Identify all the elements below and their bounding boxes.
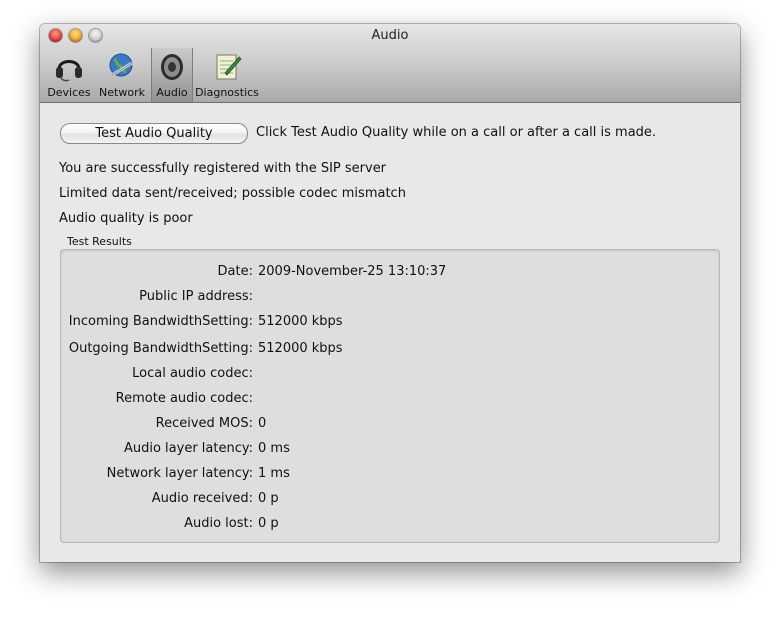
tab-audio-label: Audio: [156, 86, 188, 99]
result-value: 0: [258, 416, 267, 431]
result-label: Public IP address:: [139, 289, 253, 304]
window-title: Audio: [371, 28, 409, 43]
result-value: 512000 kbps: [258, 314, 343, 329]
audio-preferences-window: Audio Devices Network Audio Diagnostics …: [40, 24, 740, 562]
audio-panel: Test Audio Quality Click Test Audio Qual…: [40, 103, 740, 562]
tab-network[interactable]: Network: [96, 48, 148, 102]
globe-network-icon: [109, 53, 133, 77]
tab-diagnostics-label: Diagnostics: [195, 86, 259, 99]
tab-audio[interactable]: Audio: [151, 48, 193, 102]
result-value: 1 ms: [258, 466, 290, 481]
result-label: Incoming BandwidthSetting:: [68, 314, 253, 329]
result-value: 0 ms: [258, 441, 290, 456]
speaker-icon: [161, 54, 183, 80]
result-value: 2009-November-25 13:10:37: [258, 264, 447, 279]
result-value: 0 p: [258, 516, 279, 531]
tab-devices-label: Devices: [47, 86, 91, 99]
test-hint-text: Click Test Audio Quality while on a call…: [256, 125, 657, 140]
result-label: Outgoing BandwidthSetting:: [68, 341, 253, 356]
status-data: Limited data sent/received; possible cod…: [59, 186, 406, 201]
result-label: Network layer latency:: [106, 466, 253, 481]
notepad-pencil-icon: [216, 54, 242, 80]
result-value: 0 p: [258, 491, 279, 506]
result-label: Local audio codec:: [132, 366, 253, 381]
test-results-box: Date: 2009-November-25 13:10:37 Public I…: [60, 249, 720, 543]
test-audio-quality-button[interactable]: Test Audio Quality: [60, 123, 248, 144]
result-label: Remote audio codec:: [115, 391, 253, 406]
result-value: 512000 kbps: [258, 341, 343, 356]
title-bar[interactable]: Audio Devices Network Audio Diagnostics: [40, 24, 740, 103]
tab-diagnostics[interactable]: Diagnostics: [194, 48, 260, 102]
result-label: Audio lost:: [184, 516, 253, 531]
tab-network-label: Network: [99, 86, 145, 99]
result-label: Date:: [217, 264, 253, 279]
result-label: Received MOS:: [155, 416, 253, 431]
result-label: Audio layer latency:: [123, 441, 253, 456]
status-registration: You are successfully registered with the…: [59, 161, 387, 176]
result-label: Audio received:: [151, 491, 253, 506]
tab-devices[interactable]: Devices: [44, 48, 94, 102]
headset-icon: [56, 60, 82, 82]
status-quality: Audio quality is poor: [59, 211, 193, 226]
test-results-title: Test Results: [67, 235, 132, 248]
